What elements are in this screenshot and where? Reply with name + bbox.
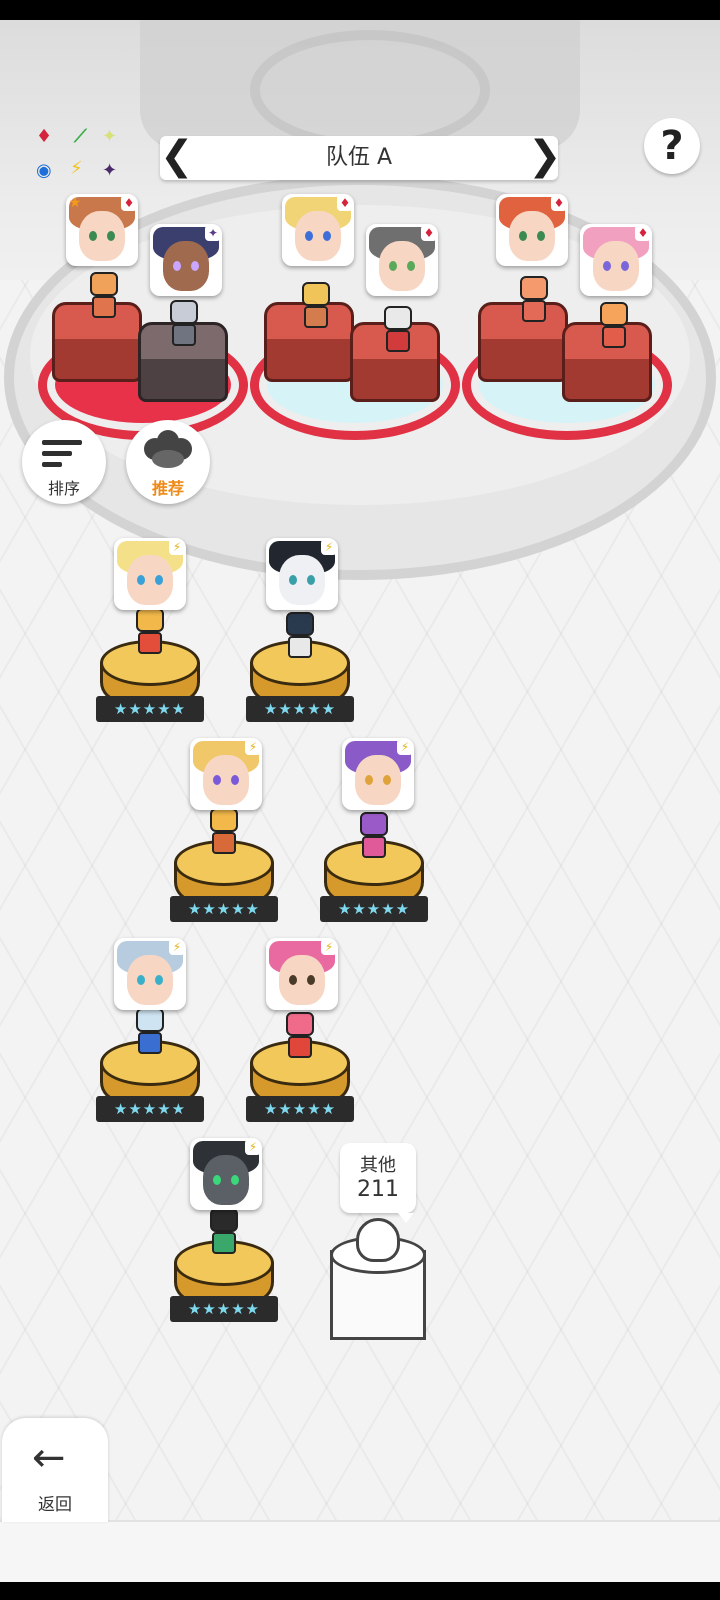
other-label: 其他 xyxy=(360,1155,396,1176)
star-rating: ★★★★★ xyxy=(246,1096,354,1122)
roster-portrait-6[interactable]: ⚡ xyxy=(266,938,338,1010)
recommend-label: 推荐 xyxy=(151,479,184,498)
team-sprite-5[interactable] xyxy=(514,276,554,324)
dark-element-icon: ✦ xyxy=(205,227,219,241)
roster-portrait-2[interactable]: ⚡ xyxy=(266,538,338,610)
star-rating: ★★★★★ xyxy=(170,896,278,922)
star-rating: ★★★★★ xyxy=(96,1096,204,1122)
sort-label: 排序 xyxy=(47,479,80,498)
roster-portrait-3[interactable]: ⚡ xyxy=(190,738,262,810)
help-button[interactable]: ? xyxy=(644,118,700,174)
system-nav-bar xyxy=(0,1582,720,1600)
team-sprite-6[interactable] xyxy=(594,302,634,350)
water-element-icon: ◉ xyxy=(36,160,52,181)
team-sprite-1[interactable] xyxy=(84,272,124,320)
sort-icon xyxy=(42,436,86,472)
recommend-icon xyxy=(144,430,192,470)
star-rating: ★★★★★ xyxy=(320,896,428,922)
sort-button[interactable]: 排序 xyxy=(22,420,106,504)
hero-silhouette-icon xyxy=(356,1218,400,1262)
fire-element-icon: ♦ xyxy=(421,227,435,241)
bottom-bar xyxy=(0,1520,720,1584)
other-heroes-bubble[interactable]: 其他 211 xyxy=(340,1143,416,1223)
fire-element-icon: ♦ xyxy=(635,227,649,241)
team-sprite-2[interactable] xyxy=(164,300,204,348)
roster-portrait-5[interactable]: ⚡ xyxy=(114,938,186,1010)
roster-portrait-4[interactable]: ⚡ xyxy=(342,738,414,810)
roster-portrait-7[interactable]: ⚡ xyxy=(190,1138,262,1210)
fire-element-icon: ♦ xyxy=(36,126,53,147)
basic-element-icon: ⚡ xyxy=(245,741,259,755)
basic-element-icon: ⚡ xyxy=(397,741,411,755)
team-sprite-3[interactable] xyxy=(296,282,336,330)
arena-gate-emblem xyxy=(250,30,490,150)
team-portrait-4[interactable]: ♦ xyxy=(366,224,438,296)
basic-element-icon: ⚡ xyxy=(169,941,183,955)
roster-sprite-1[interactable] xyxy=(130,608,170,656)
basic-element-icon: ⚡ xyxy=(321,941,335,955)
roster-sprite-3[interactable] xyxy=(204,808,244,856)
element-chart[interactable]: ♦ ⟋ ✦ ◉ ⚡ ✦ xyxy=(34,128,134,198)
earth-element-icon: ⟋ xyxy=(74,126,87,147)
status-bar xyxy=(0,0,720,20)
fire-element-icon: ♦ xyxy=(551,197,565,211)
team-portrait-3[interactable]: ♦ xyxy=(282,194,354,266)
roster-sprite-2[interactable] xyxy=(280,612,320,660)
recommend-button[interactable]: 推荐 xyxy=(126,420,210,504)
roster-sprite-6[interactable] xyxy=(280,1012,320,1060)
team-portrait-6[interactable]: ♦ xyxy=(580,224,652,296)
basic-element-icon: ⚡ xyxy=(70,158,83,179)
team-portrait-1[interactable]: ★ ♦ xyxy=(66,194,138,266)
basic-element-icon: ⚡ xyxy=(245,1141,259,1155)
dark-element-icon: ✦ xyxy=(102,160,118,181)
team-sprite-4[interactable] xyxy=(378,306,418,354)
roster-portrait-1[interactable]: ⚡ xyxy=(114,538,186,610)
back-arrow-icon: ← xyxy=(32,1435,66,1481)
star-rating: ★★★★★ xyxy=(246,696,354,722)
light-element-icon: ✦ xyxy=(102,126,118,147)
team-portrait-2[interactable]: ✦ xyxy=(150,224,222,296)
team-portrait-5[interactable]: ♦ xyxy=(496,194,568,266)
other-count: 211 xyxy=(357,1177,399,1202)
fire-element-icon: ♦ xyxy=(337,197,351,211)
star-rating: ★★★★★ xyxy=(96,696,204,722)
roster-sprite-7[interactable] xyxy=(204,1208,244,1256)
team-title: 队伍 A xyxy=(325,145,393,170)
roster-sprite-4[interactable] xyxy=(354,812,394,860)
next-team-button[interactable]: ❯ xyxy=(528,136,562,180)
help-icon: ? xyxy=(660,123,684,169)
team-selector: ❮ 队伍 A ❯ xyxy=(160,136,562,180)
back-button[interactable]: ← 返回 xyxy=(2,1418,108,1522)
star-rating: ★★★★★ xyxy=(170,1296,278,1322)
basic-element-icon: ⚡ xyxy=(169,541,183,555)
basic-element-icon: ⚡ xyxy=(321,541,335,555)
roster-sprite-5[interactable] xyxy=(130,1008,170,1056)
back-label: 返回 xyxy=(38,1495,72,1515)
